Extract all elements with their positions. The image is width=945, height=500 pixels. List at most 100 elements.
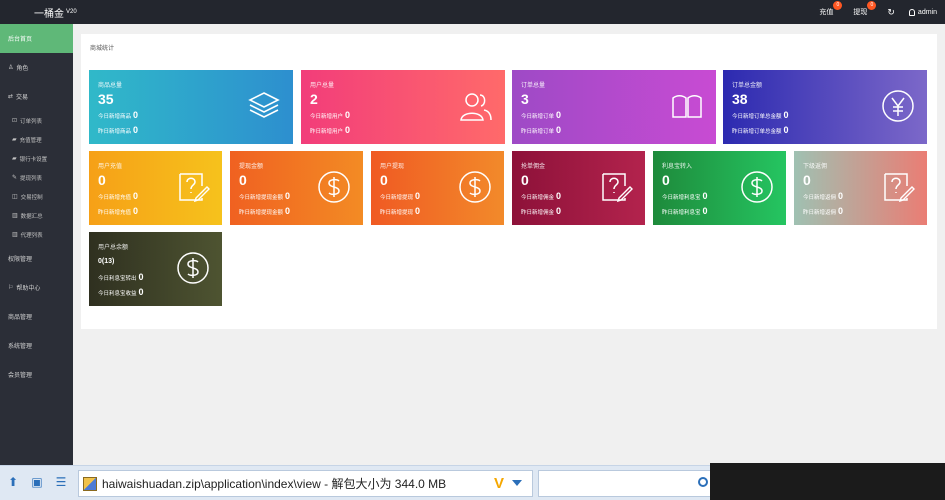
sidebar-item-system[interactable]: 系统管理 — [0, 331, 73, 360]
top-nav: 充值 0 提现 0 ↻ admin — [819, 0, 937, 24]
brand-version: V20 — [66, 8, 77, 15]
address-bar[interactable]: haiwaishuadan.zip\application\index\view… — [78, 470, 533, 497]
sidebar-item-trade-control[interactable]: ◫ 交易控制 — [0, 187, 73, 206]
user-menu[interactable]: admin — [908, 8, 937, 16]
up-arrow-icon[interactable]: ⬆ — [6, 475, 20, 489]
sidebar-item-withdraw[interactable]: ✎ 提现列表 — [0, 168, 73, 187]
card-sub-label: 今日新增商品 — [98, 114, 132, 120]
sidebar-item-agents[interactable]: ▥ 代理列表 — [0, 225, 73, 244]
sidebar-item-help[interactable]: ⚐ 帮助中心 — [0, 273, 73, 302]
panel-icon[interactable]: ▣ — [30, 475, 44, 489]
yen-icon — [882, 90, 914, 122]
book-icon — [672, 95, 702, 118]
stat-card[interactable]: 用户提现 0 今日新增提现 0 昨日新增提现 0 — [371, 151, 504, 225]
sidebar-item-home[interactable]: 后台首页 — [0, 24, 73, 53]
card-value: 0 — [380, 172, 388, 188]
stat-card[interactable]: 订单总金额 38 今日新增订单总金额 0 昨日新增订单总金额 0 — [723, 70, 927, 144]
sidebar-item-label: 提现列表 — [20, 175, 43, 182]
card-title: 订单总金额 — [732, 83, 763, 89]
sidebar-item-label: 订单列表 — [20, 118, 43, 125]
stat-card[interactable]: 提现金额 0 今日新增提现金额 0 昨日新增提现金额 0 — [230, 151, 363, 225]
sidebar-item-label: 权限管理 — [8, 257, 33, 263]
search-icon[interactable] — [698, 477, 708, 487]
card-sub-yesterday: 昨日新增订单 0 — [521, 125, 561, 135]
sidebar-item-recharge[interactable]: ▰ 充值管理 — [0, 130, 73, 149]
card-sub-yesterday: 昨日新增商品 0 — [98, 125, 138, 135]
sidebar-item-goods[interactable]: 商品管理 — [0, 302, 73, 331]
card-sub-label: 今日利息宝转出 — [98, 276, 137, 282]
sidebar-item-label: 会员管理 — [8, 373, 33, 379]
sidebar-item-label: 银行卡设置 — [19, 156, 48, 163]
sidebar-item-label: 角色 — [16, 66, 29, 72]
sidebar-item-label: 交易控制 — [20, 194, 43, 201]
stat-card[interactable]: 下级返佣 0 今日新增返佣 0 昨日新增返佣 0 — [794, 151, 927, 225]
exchange-icon: ⇄ — [8, 94, 14, 100]
card-value: 0 — [521, 172, 529, 188]
vip-badge[interactable]: V — [494, 475, 504, 492]
card-title: 抢单佣金 — [521, 164, 546, 170]
card-sub-label: 今日新增提现金额 — [239, 195, 284, 201]
sidebar-item-bankcard[interactable]: ▰ 银行卡设置 — [0, 149, 73, 168]
brand-logo[interactable]: 一桶金 V20 — [34, 5, 77, 20]
card-sub-value: 0 — [556, 191, 562, 201]
card-sub-label: 昨日新增商品 — [98, 129, 132, 135]
sidebar-item-label: 系统管理 — [8, 344, 33, 350]
address-text: haiwaishuadan.zip\application\index\view… — [102, 477, 447, 491]
card-value: 0 — [98, 172, 106, 188]
sidebar-item-label: 代理列表 — [20, 232, 43, 239]
card-title: 用户提现 — [380, 164, 405, 170]
card-sub-today: 今日新增充值 0 — [98, 191, 138, 201]
recharge-label: 充值 — [819, 9, 834, 16]
chevron-down-icon[interactable] — [512, 480, 522, 486]
sidebar-item-members[interactable]: 会员管理 — [0, 360, 73, 389]
card-sub-label: 今日新增提现 — [380, 195, 414, 201]
card-sub-yesterday: 昨日新增订单总金额 0 — [732, 125, 789, 135]
search-input[interactable] — [538, 470, 713, 497]
card-sub-value: 0 — [556, 206, 562, 216]
sidebar-item-label: 帮助中心 — [16, 286, 41, 292]
card-title: 用户充值 — [98, 164, 123, 170]
dollar-icon — [741, 171, 773, 203]
card-sub-label: 昨日新增提现 — [380, 210, 414, 216]
card-sub-yesterday: 昨日新增返佣 0 — [803, 206, 843, 216]
sidebar-item-trade[interactable]: ⇄ 交易 — [0, 82, 73, 111]
stat-card[interactable]: 用户充值 0 今日新增充值 0 昨日新增充值 0 — [89, 151, 222, 225]
recharge-link[interactable]: 充值 0 — [819, 1, 843, 17]
card-sub-yesterday: 昨日新增利息宝 0 — [662, 206, 708, 216]
card-sub-label: 昨日新增用户 — [310, 129, 344, 135]
dollar-icon — [318, 171, 350, 203]
stat-card[interactable]: 商品总量 35 今日新增商品 0 昨日新增商品 0 — [89, 70, 293, 144]
sidebar-item-permission[interactable]: 权限管理 — [0, 244, 73, 273]
card-sub-today: 今日新增提现金额 0 — [239, 191, 290, 201]
sidebar-item-label: 后台首页 — [8, 37, 33, 43]
sidebar-item-summary[interactable]: ▥ 数据汇总 — [0, 206, 73, 225]
refresh-icon[interactable]: ↻ — [887, 7, 895, 18]
sidebar-item-orders[interactable]: ⊡ 订单列表 — [0, 111, 73, 130]
card-sub-value: 0 — [345, 125, 351, 135]
sidebar-item-role[interactable]: ♙ 角色 — [0, 53, 73, 82]
card-sub-today: 今日新增商品 0 — [98, 110, 138, 120]
card-sub-label: 昨日新增提现金额 — [239, 210, 284, 216]
card-sub-label: 今日新增用户 — [310, 114, 344, 120]
sidebar-item-label: 商品管理 — [8, 315, 33, 321]
edit-question-icon — [179, 173, 210, 203]
explorer-toolbar: ⬆ ▣ ☰ — [6, 475, 68, 489]
stat-card[interactable]: 用户总余额 0(13) 今日利息宝转出 0 今日利息宝收益 0 — [89, 232, 222, 306]
card-sub-label: 今日新增订单总金额 — [732, 114, 782, 120]
withdraw-label: 提现 — [853, 9, 868, 16]
card-sub-value: 0 — [783, 125, 789, 135]
stat-card[interactable]: 抢单佣金 0 今日新增佣金 0 昨日新增佣金 0 — [512, 151, 645, 225]
list-icon[interactable]: ☰ — [54, 475, 68, 489]
card-value: 0 — [803, 172, 811, 188]
card-sub-today: 今日新增返佣 0 — [803, 191, 843, 201]
stat-card[interactable]: 订单总量 3 今日新增订单 0 昨日新增订单 0 — [512, 70, 716, 144]
card-sub-yesterday: 昨日新增充值 0 — [98, 206, 138, 216]
card-sub-label: 昨日新增佣金 — [521, 210, 555, 216]
flag-icon: ⚐ — [8, 285, 14, 291]
card-sub-value: 0 — [838, 206, 844, 216]
card-title: 提现金额 — [239, 164, 264, 170]
withdraw-link[interactable]: 提现 0 — [853, 1, 877, 17]
stat-card[interactable]: 用户总量 2 今日新增用户 0 昨日新增用户 0 — [301, 70, 505, 144]
card-sub-label: 昨日新增利息宝 — [662, 210, 701, 216]
stat-card[interactable]: 利息宝转入 0 今日新增利息宝 0 昨日新增利息宝 0 — [653, 151, 786, 225]
